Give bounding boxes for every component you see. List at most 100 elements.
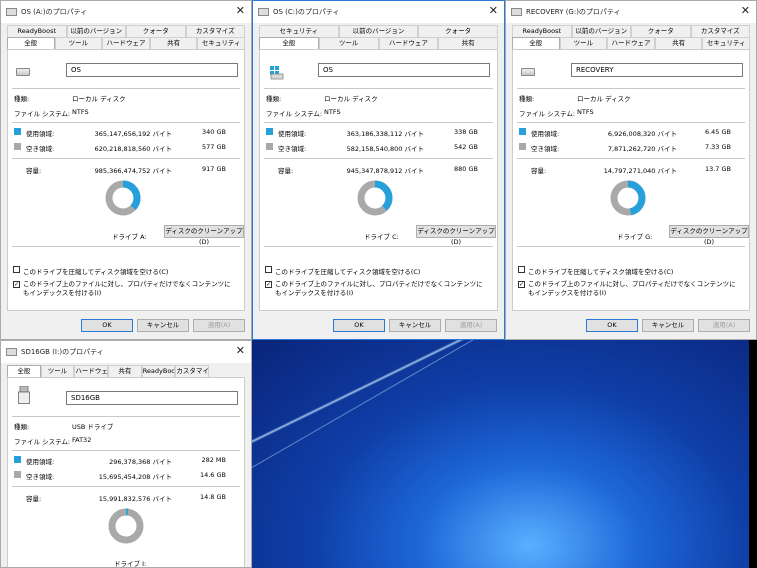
free-bytes: 15,695,454,208 バイト — [98, 473, 172, 481]
tab-customize[interactable]: カスタマイズ — [185, 25, 245, 37]
capacity-bytes: 985,366,474,752 バイト — [94, 167, 172, 175]
used-color-swatch — [519, 128, 526, 135]
title-bar[interactable]: SD16GB (I:)のプロパティ ✕ — [1, 341, 251, 363]
tab-sharing[interactable]: 共有 — [108, 365, 142, 377]
index-checkbox[interactable]: ✓ — [265, 281, 272, 288]
general-panel: OS 種類: ローカル ディスク ファイル システム: NTFS 使用領域: 3… — [7, 49, 245, 311]
usage-donut — [105, 180, 141, 216]
usage-donut — [357, 180, 393, 216]
ok-button[interactable]: OK — [586, 319, 638, 332]
drive-letter-label: ドライブ I: — [114, 560, 147, 568]
free-color-swatch — [519, 143, 526, 150]
tab-security[interactable]: セキュリティ — [259, 25, 339, 37]
close-button[interactable]: ✕ — [741, 5, 750, 17]
index-checkbox[interactable]: ✓ — [13, 281, 20, 288]
filesystem-label: ファイル システム: — [14, 438, 71, 446]
close-button[interactable]: ✕ — [236, 5, 245, 17]
tab-sharing[interactable]: 共有 — [149, 37, 198, 49]
title-bar[interactable]: OS (A:)のプロパティ ✕ — [1, 1, 251, 23]
compress-label: このドライブを圧縮してディスク領域を空ける(C) — [23, 268, 169, 276]
properties-window-g: RECOVERY (G:)のプロパティ ✕ ReadyBoost 以前のバージョ… — [505, 0, 757, 340]
apply-button[interactable]: 適用(A) — [445, 319, 497, 332]
volume-name-input[interactable]: OS — [318, 63, 490, 77]
capacity-label: 容量: — [531, 167, 547, 175]
tab-customize[interactable]: カスタマイズ — [690, 25, 750, 37]
tab-tools[interactable]: ツール — [318, 37, 379, 49]
tab-readyboost[interactable]: ReadyBoost — [141, 365, 176, 377]
close-button[interactable]: ✕ — [236, 345, 245, 357]
capacity-size: 14.8 GB — [199, 493, 226, 501]
disk-cleanup-button[interactable]: ディスクのクリーンアップ(D) — [669, 225, 749, 246]
cancel-button[interactable]: キャンセル — [389, 319, 441, 332]
drive-icon — [511, 8, 522, 16]
type-label: 種類: — [14, 423, 30, 431]
drive-icon — [6, 8, 17, 16]
ok-button[interactable]: OK — [333, 319, 385, 332]
tab-tools[interactable]: ツール — [559, 37, 608, 49]
free-label: 空き領域: — [26, 145, 55, 153]
hard-drive-icon — [16, 68, 30, 76]
tab-previous-versions[interactable]: 以前のバージョン — [571, 25, 631, 37]
properties-window-c: OS (C:)のプロパティ ✕ セキュリティ 以前のバージョン クォータ 全般 … — [252, 0, 505, 340]
used-label: 使用領域: — [26, 130, 55, 138]
capacity-bytes: 14,797,271,040 バイト — [603, 167, 677, 175]
tab-general[interactable]: 全般 — [7, 37, 55, 49]
disk-cleanup-button[interactable]: ディスクのクリーンアップ(D) — [416, 225, 496, 246]
tab-hardware[interactable]: ハードウェア — [102, 37, 150, 49]
compress-checkbox[interactable] — [265, 266, 272, 273]
filesystem-value: NTFS — [72, 108, 89, 116]
tab-general[interactable]: 全般 — [259, 37, 319, 49]
compress-label: このドライブを圧縮してディスク領域を空ける(C) — [275, 268, 421, 276]
tab-general[interactable]: 全般 — [7, 365, 41, 377]
general-panel: OS 種類: ローカル ディスク ファイル システム: NTFS 使用領域: 3… — [259, 49, 498, 311]
compress-checkbox[interactable] — [518, 266, 525, 273]
used-bytes: 296,378,368 バイト — [109, 458, 172, 466]
disk-cleanup-button[interactable]: ディスクのクリーンアップ(D) — [164, 225, 244, 246]
volume-name-input[interactable]: RECOVERY — [571, 63, 743, 77]
tab-hardware[interactable]: ハードウェア — [607, 37, 655, 49]
type-value: ローカル ディスク — [72, 95, 126, 103]
index-label: このドライブ上のファイルに対し、プロパティだけでなくコンテンツにもインデックスを… — [275, 280, 483, 297]
free-color-swatch — [266, 143, 273, 150]
tab-security[interactable]: セキュリティ — [197, 37, 245, 49]
volume-name-input[interactable]: OS — [66, 63, 238, 77]
free-bytes: 7,871,262,720 バイト — [607, 145, 677, 153]
general-panel: RECOVERY 種類: ローカル ディスク ファイル システム: NTFS 使… — [512, 49, 750, 311]
tab-hardware[interactable]: ハードウェア — [74, 365, 109, 377]
tab-quota[interactable]: クォータ — [418, 25, 499, 37]
tab-readyboost[interactable]: ReadyBoost — [7, 25, 67, 37]
capacity-label: 容量: — [26, 495, 42, 503]
apply-button[interactable]: 適用(A) — [698, 319, 750, 332]
tab-readyboost[interactable]: ReadyBoost — [512, 25, 572, 37]
index-checkbox[interactable]: ✓ — [518, 281, 525, 288]
compress-checkbox[interactable] — [13, 266, 20, 273]
title-bar[interactable]: OS (C:)のプロパティ ✕ — [253, 1, 504, 23]
properties-window-a: OS (A:)のプロパティ ✕ ReadyBoost 以前のバージョン クォータ… — [0, 0, 252, 340]
tab-sharing[interactable]: 共有 — [654, 37, 703, 49]
tab-security[interactable]: セキュリティ — [702, 37, 750, 49]
tab-general[interactable]: 全般 — [512, 37, 560, 49]
used-size: 340 GB — [202, 128, 226, 136]
index-label: このドライブ上のファイルに対し、プロパティだけでなくコンテンツにもインデックスを… — [528, 280, 736, 297]
tab-tools[interactable]: ツール — [54, 37, 103, 49]
tab-quota[interactable]: クォータ — [631, 25, 691, 37]
ok-button[interactable]: OK — [81, 319, 133, 332]
tab-sharing[interactable]: 共有 — [438, 37, 498, 49]
close-button[interactable]: ✕ — [489, 5, 498, 17]
apply-button[interactable]: 適用(A) — [193, 319, 245, 332]
capacity-label: 容量: — [26, 167, 42, 175]
tab-hardware[interactable]: ハードウェア — [378, 37, 439, 49]
tab-customize[interactable]: カスタマイズ — [175, 365, 210, 377]
tab-previous-versions[interactable]: 以前のバージョン — [66, 25, 126, 37]
hard-drive-icon — [521, 68, 535, 76]
tab-previous-versions[interactable]: 以前のバージョン — [338, 25, 419, 37]
used-size: 282 MB — [201, 456, 226, 464]
tab-tools[interactable]: ツール — [40, 365, 75, 377]
cancel-button[interactable]: キャンセル — [642, 319, 694, 332]
title-bar[interactable]: RECOVERY (G:)のプロパティ ✕ — [506, 1, 756, 23]
filesystem-value: NTFS — [324, 108, 341, 116]
used-bytes: 6,926,008,320 バイト — [607, 130, 677, 138]
tab-quota[interactable]: クォータ — [126, 25, 186, 37]
volume-name-input[interactable]: SD16GB — [66, 391, 238, 405]
cancel-button[interactable]: キャンセル — [137, 319, 189, 332]
